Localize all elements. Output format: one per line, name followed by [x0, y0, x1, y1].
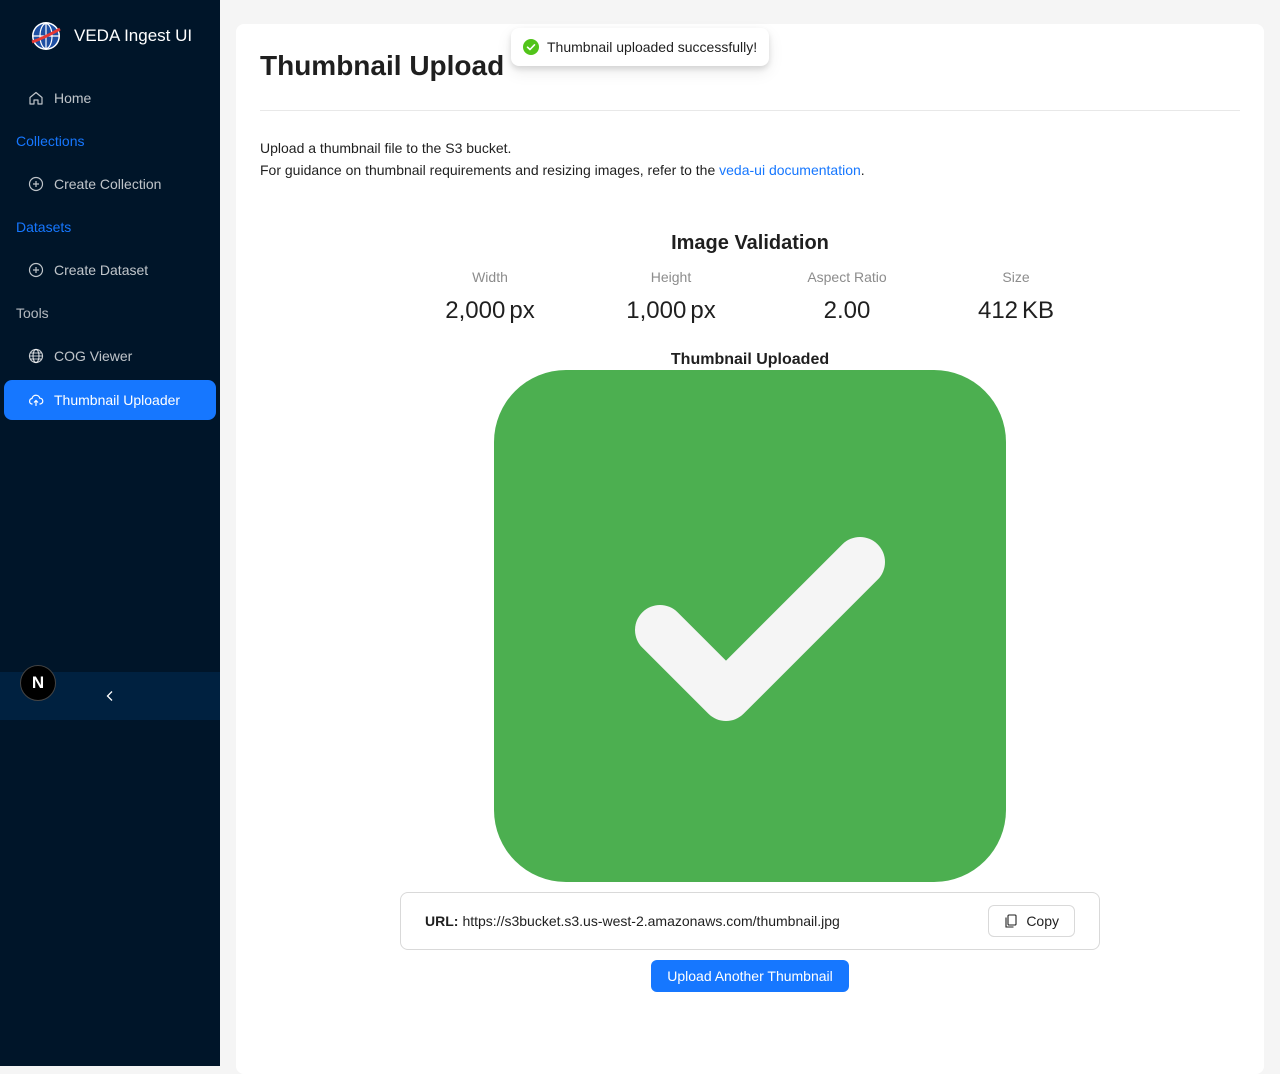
page-description: Upload a thumbnail file to the S3 bucket… [260, 137, 865, 181]
cloud-upload-icon [28, 392, 44, 408]
sidebar: VEDA Ingest UI Home Collections Create C… [0, 0, 220, 1066]
success-toast: Thumbnail uploaded successfully! [511, 28, 770, 66]
main-card: Thumbnail Upload Upload a thumbnail file… [236, 24, 1264, 1074]
sidebar-item-label: COG Viewer [54, 348, 133, 364]
stat-label: Height [650, 269, 692, 285]
sidebar-item-thumbnail-uploader[interactable]: Thumbnail Uploader [4, 380, 216, 420]
description-line: Upload a thumbnail file to the S3 bucket… [260, 140, 512, 156]
sidebar-item-label: Create Collection [54, 176, 162, 192]
home-icon [28, 90, 44, 106]
copy-button[interactable]: Copy [988, 905, 1075, 937]
page-title: Thumbnail Upload [260, 50, 505, 81]
plus-circle-icon [28, 176, 44, 192]
upload-another-button[interactable]: Upload Another Thumbnail [651, 960, 849, 992]
globe-icon [28, 348, 44, 364]
stat-unit: px [509, 297, 535, 324]
stat-number: 1,000 [626, 297, 687, 324]
sidebar-item-label: Create Dataset [54, 262, 149, 278]
stat-number: 2.00 [823, 297, 871, 324]
stat-unit: px [690, 297, 716, 324]
stat-number: 412 [977, 297, 1019, 324]
stat-number: 2,000 [445, 297, 506, 324]
url-value: https://s3bucket.s3.us-west-2.amazonaws.… [462, 913, 840, 929]
plus-circle-icon [28, 262, 44, 278]
stat-label: Aspect Ratio [807, 269, 887, 285]
copy-icon [1004, 914, 1018, 928]
stat-value: 1,000 px [581, 297, 761, 325]
description-line: For guidance on thumbnail requirements a… [260, 159, 865, 181]
sidebar-item-create-dataset[interactable]: Create Dataset [4, 250, 216, 290]
veda-ui-documentation-link[interactable]: veda-ui documentation [719, 162, 861, 178]
stat-unit: KB [1022, 297, 1055, 324]
toast-message: Thumbnail uploaded successfully! [547, 39, 758, 55]
stat-value: 412 KB [926, 297, 1106, 325]
stat-value: 2,000 px [400, 297, 580, 325]
url-label: URL: [425, 913, 459, 929]
stat-height: Height 1,000 px [581, 269, 761, 325]
app-title: VEDA Ingest UI [74, 26, 193, 45]
sidebar-item-label: Home [54, 90, 92, 106]
validation-title: Image Validation [671, 232, 829, 254]
sidebar-item-create-collection[interactable]: Create Collection [4, 164, 216, 204]
sidebar-item-cog-viewer[interactable]: COG Viewer [4, 336, 216, 376]
sidebar-group-collections: Collections [16, 133, 85, 149]
check-circle-icon [523, 39, 539, 55]
thumbnail-label: Thumbnail Uploaded [670, 351, 830, 368]
copy-label: Copy [1026, 913, 1059, 929]
description-text: . [860, 162, 865, 178]
thumbnail-preview [494, 370, 1006, 882]
stat-label: Width [472, 269, 508, 285]
sidebar-group-datasets: Datasets [16, 219, 72, 235]
stat-label: Size [1002, 269, 1030, 285]
sidebar-item-label: Thumbnail Uploader [54, 392, 181, 408]
divider [260, 110, 1240, 111]
stat-width: Width 2,000 px [400, 269, 580, 325]
globe-logo-icon [30, 20, 62, 52]
sidebar-group-tools: Tools [16, 305, 49, 321]
sidebar-item-home[interactable]: Home [4, 78, 216, 118]
check-square-icon [494, 370, 1006, 882]
description-text: For guidance on thumbnail requirements a… [260, 162, 720, 178]
user-badge[interactable]: N [20, 665, 56, 701]
stat-aspect-ratio: Aspect Ratio 2.00 [757, 269, 937, 325]
stat-value: 2.00 [757, 297, 937, 325]
stat-size: Size 412 KB [926, 269, 1106, 325]
chevron-left-icon [104, 690, 116, 702]
url-box: URL: https://s3bucket.s3.us-west-2.amazo… [400, 892, 1100, 950]
brand[interactable]: VEDA Ingest UI [30, 20, 192, 52]
